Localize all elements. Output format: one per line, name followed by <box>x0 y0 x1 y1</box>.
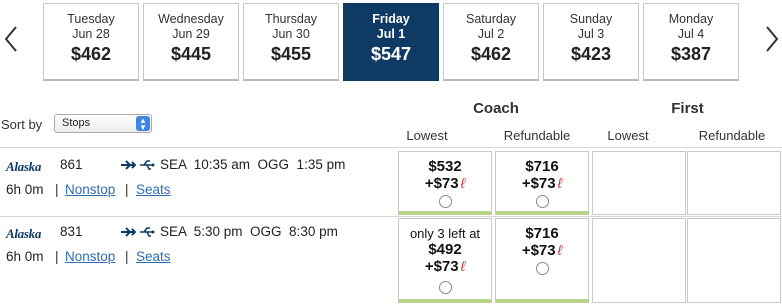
select-arrows-icon: ▲ ▼ <box>136 116 150 132</box>
date-tab-day: Monday <box>668 12 714 26</box>
separator: | <box>125 249 129 264</box>
alaska-logo: Alaska <box>6 226 42 241</box>
cabin-header-first: First <box>671 100 704 117</box>
date-tab-saturday[interactable]: Saturday Jul 2 $462 <box>443 3 539 81</box>
fare-tax: +$73 ℓ <box>496 175 588 192</box>
flight-duration: 6h 0m <box>6 182 44 197</box>
fare-radio[interactable] <box>439 195 452 208</box>
date-tab-date: Jul 1 <box>376 27 406 41</box>
date-tab-price: $423 <box>570 44 612 64</box>
fare-radio[interactable] <box>536 195 549 208</box>
chevron-left-icon[interactable] <box>2 24 20 54</box>
date-tab-price: $455 <box>270 44 312 64</box>
date-tab-friday-selected[interactable]: Friday Jul 1 $547 <box>343 3 439 81</box>
fare-option-first-refundable-empty <box>687 218 781 303</box>
date-tab-day: Thursday <box>264 12 318 26</box>
fare-price: $492 <box>428 241 462 258</box>
flight-row: Alaska 831 SEA 5:30 pm OGG 8:30 pm 6h 0m… <box>0 219 396 279</box>
date-tab-day: Wednesday <box>158 12 224 26</box>
sort-select-value: Stops <box>62 117 91 129</box>
nonstop-link[interactable]: Nonstop <box>65 249 115 264</box>
fare-option-coach-lowest[interactable]: only 3 left at $492 +$73 ℓ <box>398 218 492 303</box>
plane-icon <box>121 227 136 237</box>
fare-option-coach-lowest[interactable]: $532 +$73 ℓ <box>398 151 492 215</box>
fare-tax: +$73 ℓ <box>399 258 491 275</box>
date-tab-date: Jun 28 <box>72 27 110 41</box>
fee-leaf-icon: ℓ <box>557 242 563 258</box>
fee-leaf-icon: ℓ <box>557 175 563 191</box>
date-tab-date: Jul 4 <box>677 27 705 41</box>
fare-option-coach-refundable[interactable]: $716 +$73 ℓ <box>495 218 589 303</box>
date-tab-day: Saturday <box>465 12 517 26</box>
date-tab-day: Tuesday <box>67 12 115 26</box>
fare-header-first-refundable: Refundable <box>698 128 766 143</box>
fare-radio[interactable] <box>536 262 549 275</box>
flight-route: SEA 5:30 pm OGG 8:30 pm <box>160 224 338 239</box>
date-tab-day: Sunday <box>569 12 613 26</box>
sort-by-label: Sort by <box>1 117 43 132</box>
flight-number: 861 <box>60 157 83 172</box>
date-tab-price: $445 <box>170 44 212 64</box>
fee-leaf-icon: ℓ <box>460 258 466 274</box>
cabin-header-coach: Coach <box>473 100 519 117</box>
fare-option-first-lowest-empty <box>592 218 686 303</box>
seats-link[interactable]: Seats <box>136 249 171 264</box>
fare-option-first-refundable-empty <box>687 151 781 215</box>
date-tab-price: $462 <box>470 44 512 64</box>
power-usb-icon <box>140 160 155 170</box>
date-tab-date: Jul 3 <box>577 27 605 41</box>
seats-left-note: only 3 left at <box>409 226 481 241</box>
separator: | <box>55 182 59 197</box>
nonstop-link[interactable]: Nonstop <box>65 182 115 197</box>
date-tab-thursday[interactable]: Thursday Jun 30 $455 <box>243 3 339 81</box>
flight-route: SEA 10:35 am OGG 1:35 pm <box>160 157 346 172</box>
chevron-right-icon[interactable] <box>763 24 781 54</box>
fare-tax-amount: +$73 <box>424 258 459 275</box>
date-tab-date: Jul 2 <box>477 27 505 41</box>
fare-option-first-lowest-empty <box>592 151 686 215</box>
fare-tax: +$73 ℓ <box>496 242 588 259</box>
flight-duration: 6h 0m <box>6 249 44 264</box>
divider <box>0 216 782 217</box>
fare-radio[interactable] <box>439 281 452 294</box>
flight-row: Alaska 861 SEA 10:35 am OGG 1:35 pm 6h 0… <box>0 152 396 212</box>
date-tab-price: $547 <box>370 44 412 64</box>
fare-tax-amount: +$73 <box>521 175 556 192</box>
date-tab-sunday[interactable]: Sunday Jul 3 $423 <box>543 3 639 81</box>
date-tab-price: $462 <box>70 44 112 64</box>
plane-icon <box>121 160 136 170</box>
date-tab-date: Jun 30 <box>272 27 310 41</box>
alaska-logo: Alaska <box>6 159 42 174</box>
fare-price: $716 <box>525 225 559 242</box>
fare-option-coach-refundable[interactable]: $716 +$73 ℓ <box>495 151 589 215</box>
fare-tax-amount: +$73 <box>424 175 459 192</box>
sort-select[interactable]: Stops ▲ ▼ <box>54 114 152 133</box>
fare-tax-amount: +$73 <box>521 242 556 259</box>
date-tab-price: $387 <box>670 44 712 64</box>
date-tab-wednesday[interactable]: Wednesday Jun 29 $445 <box>143 3 239 81</box>
date-strip: Tuesday Jun 28 $462 Wednesday Jun 29 $44… <box>0 0 782 82</box>
separator: | <box>55 249 59 264</box>
flight-number: 831 <box>60 224 83 239</box>
power-usb-icon <box>140 227 155 237</box>
fare-header-coach-refundable: Refundable <box>503 128 571 143</box>
fare-price: $532 <box>428 158 462 175</box>
date-tab-tuesday[interactable]: Tuesday Jun 28 $462 <box>43 3 139 81</box>
fare-header-first-lowest: Lowest <box>607 128 649 143</box>
fee-leaf-icon: ℓ <box>460 175 466 191</box>
date-tab-date: Jun 29 <box>172 27 210 41</box>
seats-link[interactable]: Seats <box>136 182 171 197</box>
fare-header-coach-lowest: Lowest <box>406 128 448 143</box>
date-tab-day: Friday <box>372 12 410 26</box>
divider <box>0 147 782 148</box>
fare-tax: +$73 ℓ <box>399 175 491 192</box>
date-tab-monday[interactable]: Monday Jul 4 $387 <box>643 3 739 81</box>
separator: | <box>125 182 129 197</box>
fare-price: $716 <box>525 158 559 175</box>
